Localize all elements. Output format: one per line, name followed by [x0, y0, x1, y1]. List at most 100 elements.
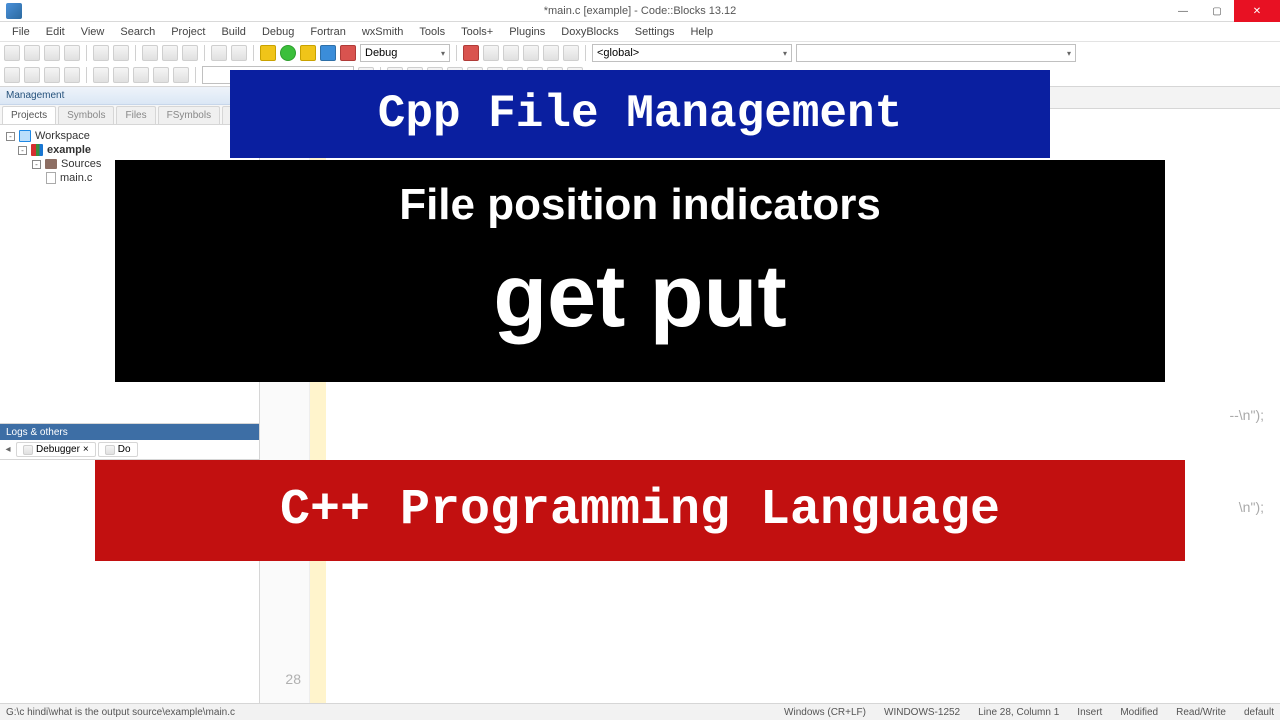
tree-collapse-icon[interactable]: - [6, 132, 15, 141]
toolbar-icon[interactable] [407, 67, 423, 83]
menu-project[interactable]: Project [163, 24, 213, 40]
menu-fortran[interactable]: Fortran [302, 24, 353, 40]
toolbar-icon[interactable] [387, 67, 403, 83]
toolbar-icon[interactable] [507, 67, 523, 83]
status-filepath: G:\c hindi\what is the output source\exa… [6, 707, 235, 718]
save-icon[interactable] [44, 45, 60, 61]
save-all-icon[interactable] [64, 45, 80, 61]
menu-view[interactable]: View [73, 24, 113, 40]
logs-prev-button[interactable]: ◂ [2, 444, 14, 456]
tree-collapse-icon[interactable]: - [32, 160, 41, 169]
window-minimize-button[interactable]: — [1166, 0, 1200, 22]
logs-tab-debugger-label: Debugger [36, 444, 80, 455]
code-area[interactable]: #include <stdio.h> --\n"); \n"); [326, 109, 1280, 703]
menu-toolsplus[interactable]: Tools+ [453, 24, 501, 40]
new-file-icon[interactable] [4, 45, 20, 61]
symbol-select[interactable]: ▾ [796, 44, 1076, 62]
toolbar-icon[interactable] [173, 67, 189, 83]
tab-fsymbols[interactable]: FSymbols [158, 106, 220, 124]
run-icon[interactable] [280, 45, 296, 61]
tree-workspace[interactable]: - Workspace [4, 129, 255, 143]
step-into-icon[interactable] [503, 45, 519, 61]
debug-start-icon[interactable] [463, 45, 479, 61]
toolbar-icon[interactable] [24, 67, 40, 83]
menu-help[interactable]: Help [682, 24, 721, 40]
toolbar-icon[interactable] [547, 67, 563, 83]
toolbar-icon[interactable] [527, 67, 543, 83]
tree-collapse-icon[interactable]: - [18, 146, 27, 155]
toolbar-row-1: Debug ▾ <global> ▾ ▾ [0, 42, 1280, 64]
stop-debug-icon[interactable] [563, 45, 579, 61]
step-out-icon[interactable] [523, 45, 539, 61]
menu-wxsmith[interactable]: wxSmith [354, 24, 412, 40]
file-icon [46, 172, 56, 184]
menu-tools[interactable]: Tools [411, 24, 453, 40]
build-run-icon[interactable] [300, 45, 316, 61]
status-profile: default [1244, 707, 1274, 718]
window-titlebar: *main.c [example] - Code::Blocks 13.12 —… [0, 0, 1280, 22]
undo-icon[interactable] [93, 45, 109, 61]
copy-icon[interactable] [162, 45, 178, 61]
toolbar-icon[interactable] [153, 67, 169, 83]
abort-icon[interactable] [340, 45, 356, 61]
menu-build[interactable]: Build [213, 24, 253, 40]
window-maximize-button[interactable]: ▢ [1200, 0, 1234, 22]
menu-edit[interactable]: Edit [38, 24, 73, 40]
tab-symbols[interactable]: Symbols [58, 106, 114, 124]
window-close-button[interactable]: ✕ [1234, 0, 1280, 22]
find-icon[interactable] [211, 45, 227, 61]
logs-title: Logs & others [0, 424, 259, 440]
logs-tab-other[interactable]: Do [98, 442, 138, 457]
build-icon[interactable] [260, 45, 276, 61]
logs-tab-close[interactable]: × [83, 444, 89, 455]
toolbar-icon[interactable] [64, 67, 80, 83]
editor-tab-close-button[interactable]: × [318, 94, 324, 105]
project-tree: - Workspace - example - Sources main.c [0, 125, 259, 423]
editor-body[interactable]: 1 28 #include <stdio.h> --\n"); \n"); [260, 109, 1280, 703]
toolbar-icon[interactable] [487, 67, 503, 83]
scope-select[interactable]: <global> ▾ [592, 44, 792, 62]
management-close-button[interactable]: × [249, 89, 255, 100]
menu-doxyblocks[interactable]: DoxyBlocks [553, 24, 626, 40]
toolbar-icon[interactable] [567, 67, 583, 83]
toolbar-icon[interactable] [427, 67, 443, 83]
paste-icon[interactable] [182, 45, 198, 61]
toolbar-icon[interactable] [44, 67, 60, 83]
menu-search[interactable]: Search [112, 24, 163, 40]
line-number: 1 [260, 115, 301, 131]
breakpoint-icon[interactable] [543, 45, 559, 61]
step-over-icon[interactable] [483, 45, 499, 61]
toolbar-icon[interactable] [447, 67, 463, 83]
tree-file-mainc[interactable]: main.c [4, 171, 255, 185]
scope-value: <global> [597, 47, 639, 59]
menu-plugins[interactable]: Plugins [501, 24, 553, 40]
menu-settings[interactable]: Settings [627, 24, 683, 40]
menu-debug[interactable]: Debug [254, 24, 302, 40]
toolbar-icon[interactable] [133, 67, 149, 83]
status-modified: Modified [1120, 707, 1158, 718]
chevron-down-icon: ▾ [1067, 49, 1071, 58]
search-input[interactable] [202, 66, 354, 84]
tab-files[interactable]: Files [116, 106, 155, 124]
replace-icon[interactable] [231, 45, 247, 61]
editor-gutter: 1 28 [260, 109, 310, 703]
menu-file[interactable]: File [4, 24, 38, 40]
toolbar-icon[interactable] [467, 67, 483, 83]
build-target-select[interactable]: Debug ▾ [360, 44, 450, 62]
tab-projects[interactable]: Projects [2, 106, 56, 124]
cut-icon[interactable] [142, 45, 158, 61]
redo-icon[interactable] [113, 45, 129, 61]
editor-tab-mainc[interactable]: *main.c × [266, 89, 333, 108]
toolbar-icon[interactable] [4, 67, 20, 83]
toolbar-icon[interactable] [93, 67, 109, 83]
logs-tab-debugger[interactable]: Debugger × [16, 442, 96, 457]
open-file-icon[interactable] [24, 45, 40, 61]
rebuild-icon[interactable] [320, 45, 336, 61]
tree-sources-folder[interactable]: - Sources [4, 157, 255, 171]
toolbar-icon[interactable] [113, 67, 129, 83]
search-go-icon[interactable] [358, 67, 374, 83]
menu-bar: File Edit View Search Project Build Debu… [0, 22, 1280, 42]
code-fragment: --\n"); [336, 407, 1280, 423]
tree-project[interactable]: - example [4, 143, 255, 157]
status-eol: Windows (CR+LF) [784, 707, 866, 718]
